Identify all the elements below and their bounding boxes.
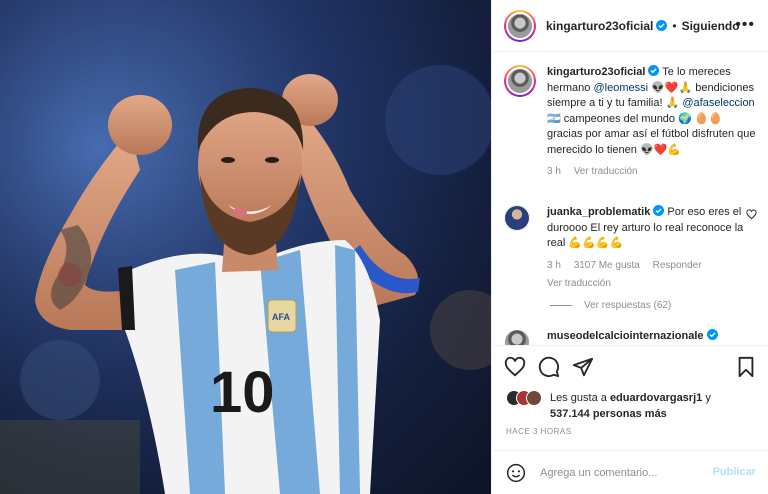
bookmark-icon[interactable]	[735, 356, 757, 378]
liker-username[interactable]: eduardovargasrj1	[610, 392, 702, 404]
view-replies-button[interactable]: Ver respuestas (62)	[550, 300, 671, 311]
heart-icon[interactable]	[504, 356, 526, 378]
emoji-icon[interactable]	[506, 463, 526, 483]
jersey-badge: AFA	[272, 312, 291, 322]
comment-icon[interactable]	[538, 356, 560, 378]
verified-icon	[653, 205, 665, 216]
publish-button[interactable]: Publicar	[713, 466, 756, 478]
likes-summary: Les gusta a eduardovargasrj1 y 537.144 p…	[506, 390, 711, 422]
comment-time[interactable]: 3 h	[547, 260, 561, 271]
comment-like-icon[interactable]	[746, 209, 757, 220]
author-username[interactable]: kingarturo23oficial	[546, 19, 653, 33]
post-sidebar: kingarturo23oficial • Siguiendo ••• king…	[491, 0, 768, 494]
post-image[interactable]: 10 AFA	[0, 0, 491, 494]
separator: •	[672, 18, 677, 33]
messi-photo: 10 AFA	[0, 0, 491, 494]
avatar[interactable]	[504, 205, 530, 231]
likes-middle: y	[702, 392, 711, 404]
caption-username[interactable]: kingarturo23oficial	[547, 66, 645, 78]
comments-section[interactable]: kingarturo23oficial Te lo mereces herman…	[492, 53, 768, 345]
following-button[interactable]: Siguiendo	[682, 19, 740, 33]
comment-username[interactable]: juanka_problematik	[547, 206, 650, 218]
avatar[interactable]	[504, 9, 536, 42]
caption-text: 🇦🇷 campeones del mundo 🌍 🥚🥚 gracias por …	[547, 112, 756, 156]
avatar[interactable]	[504, 329, 530, 345]
post-header: kingarturo23oficial • Siguiendo •••	[492, 0, 768, 52]
post-timestamp[interactable]: HACE 3 HORAS	[506, 427, 572, 436]
avatar[interactable]	[504, 65, 536, 97]
verified-icon	[648, 65, 660, 76]
reply-button[interactable]: Responder	[653, 260, 702, 271]
verified-icon	[706, 329, 718, 340]
mention-link[interactable]: @afaseleccion	[682, 97, 754, 109]
comment-meta: 3 h 3107 Me gusta Responder Ver traducci…	[547, 258, 745, 292]
comment-input[interactable]	[540, 466, 710, 479]
mention-link[interactable]: @leomessi	[593, 82, 648, 94]
likes-prefix: Les gusta a	[550, 392, 610, 404]
replies-divider	[550, 305, 572, 306]
comment-composer: Publicar	[492, 450, 768, 494]
view-replies-label: Ver respuestas (62)	[584, 300, 672, 311]
caption: kingarturo23oficial Te lo mereces herman…	[504, 65, 759, 180]
verified-icon	[656, 20, 668, 31]
caption-meta: 3 h Ver traducción	[547, 164, 759, 180]
liker-avatar[interactable]	[526, 390, 542, 406]
likes-count[interactable]: 537.144 personas más	[550, 408, 667, 420]
translate-link[interactable]: Ver traducción	[547, 276, 745, 292]
post-actions: Les gusta a eduardovargasrj1 y 537.144 p…	[492, 345, 768, 450]
comment-item: museodelcalciointernazionale	[504, 329, 759, 345]
more-options-icon[interactable]: •••	[735, 16, 755, 34]
translate-link[interactable]: Ver traducción	[574, 166, 638, 177]
comment-item: juanka_problematik Por eso eres el duroo…	[504, 205, 759, 292]
jersey-number: 10	[210, 360, 275, 425]
share-icon[interactable]	[572, 356, 594, 378]
comment-likes[interactable]: 3107 Me gusta	[574, 260, 640, 271]
caption-time[interactable]: 3 h	[547, 166, 561, 177]
comment-username[interactable]: museodelcalciointernazionale	[547, 330, 704, 342]
